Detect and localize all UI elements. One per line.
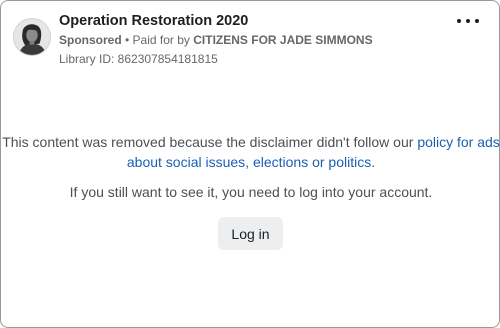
sponsor-line: Sponsored • Paid for by CITIZENS FOR JAD… (59, 33, 373, 47)
removed-notice: This content was removed because the dis… (1, 132, 500, 172)
library-id: Library ID: 862307854181815 (59, 52, 218, 66)
post-title[interactable]: Operation Restoration 2020 (59, 13, 248, 29)
payer-name[interactable]: CITIZENS FOR JADE SIMMONS (193, 33, 372, 47)
paid-for-prefix: • Paid for by (121, 33, 194, 47)
more-options-icon[interactable] (457, 13, 479, 29)
ad-card: Operation Restoration 2020 Sponsored • P… (0, 0, 500, 328)
sponsored-label: Sponsored (59, 33, 122, 47)
login-button[interactable]: Log in (218, 217, 283, 250)
login-hint: If you still want to see it, you need to… (69, 184, 433, 200)
dot (475, 19, 479, 23)
removed-text: This content was removed because the dis… (2, 134, 418, 150)
avatar[interactable] (13, 18, 51, 56)
removed-text-end: . (371, 154, 376, 170)
dot (457, 19, 461, 23)
profile-photo-icon (14, 19, 50, 55)
dot (466, 19, 470, 23)
